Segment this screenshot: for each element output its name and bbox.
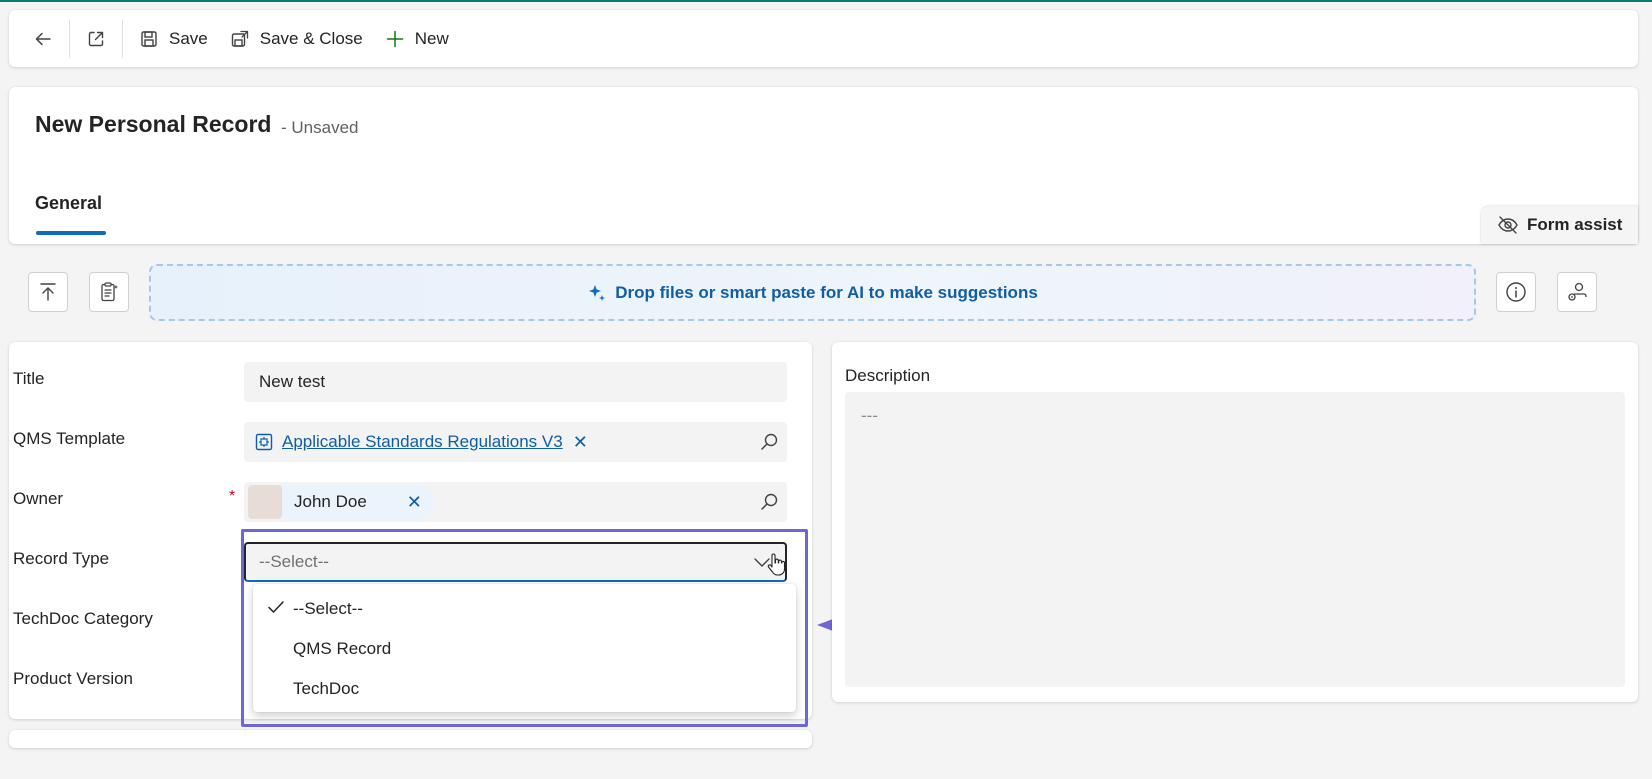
back-arrow-icon [35,32,51,45]
avatar [248,485,282,519]
search-icon [761,433,778,450]
highlight-box [241,529,808,727]
open-new-window-icon [88,31,104,46]
open-in-new-window-button[interactable] [76,19,116,59]
upload-icon [40,283,56,301]
toolbar-divider [69,19,70,58]
save-status: - Unsaved [281,118,359,137]
new-button[interactable]: New [375,19,461,59]
page-title: New Personal Record [35,111,272,137]
search-icon [761,493,778,510]
related-records-button[interactable] [1557,272,1597,312]
info-icon [1506,282,1526,302]
description-textarea[interactable]: --- [845,392,1625,687]
person-settings-icon [1568,282,1587,301]
product-version-label: Product Version [13,669,134,688]
save-and-close-button[interactable]: Save & Close [220,19,375,59]
eye-off-icon [1498,216,1518,234]
command-bar: Save Save & Close New [9,10,1638,67]
description-section: Description --- [832,342,1638,702]
tab-selected-indicator [36,231,106,235]
toolbar-divider [122,19,123,58]
save-close-icon [231,30,248,47]
back-button[interactable] [23,19,63,59]
template-entity-icon [255,433,273,451]
title-input[interactable]: New test [244,362,787,402]
save-close-label: Save & Close [259,28,363,48]
owner-chip[interactable]: John Doe ✕ [248,485,434,519]
new-label: New [414,28,449,48]
qms-template-lookup[interactable]: Applicable Standards Regulations V3 ✕ [244,422,787,462]
save-button[interactable]: Save [129,19,220,59]
required-indicator: * [229,488,236,505]
qms-template-label: QMS Template [13,429,126,448]
owner-name: John Doe [294,492,367,511]
smart-paste-button[interactable] [89,272,129,312]
record-type-label: Record Type [13,549,110,568]
remove-qms-template-icon[interactable]: ✕ [573,432,588,453]
description-label: Description [845,366,931,385]
title-label: Title [13,369,45,388]
form-assist-label: Form assist [1527,215,1623,234]
plus-icon [386,30,403,47]
owner-lookup[interactable]: John Doe ✕ [244,482,787,522]
clipboard-sparkle-icon [101,282,118,302]
upload-button[interactable] [28,272,68,312]
techdoc-category-label: TechDoc Category [13,609,153,628]
ai-dropzone[interactable]: Drop files or smart paste for AI to make… [149,264,1476,321]
top-accent-line [0,0,1652,2]
save-label: Save [169,28,208,48]
info-button[interactable] [1496,272,1536,312]
next-section-card [9,730,812,748]
save-icon [141,30,157,47]
form-assist-button[interactable]: Form assist [1481,206,1638,244]
tab-general[interactable]: General [35,193,102,214]
record-header: New Personal Record - Unsaved General Fo… [9,87,1638,244]
sparkle-icon [589,284,606,301]
qms-template-link[interactable]: Applicable Standards Regulations V3 [282,432,563,452]
remove-owner-icon[interactable]: ✕ [407,492,422,513]
dropzone-text: Drop files or smart paste for AI to make… [615,282,1038,302]
owner-label: Owner [13,489,64,508]
